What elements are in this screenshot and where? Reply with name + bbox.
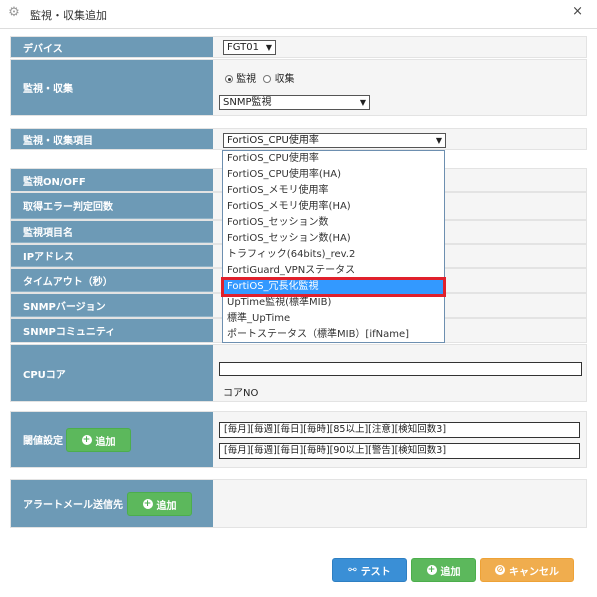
test-button[interactable]: ⚯ テスト [332,558,407,582]
cpu-core-input[interactable] [219,362,582,376]
close-icon[interactable]: × [572,4,583,19]
caret-down-icon: ▼ [265,43,272,52]
item-select[interactable]: FortiOS_CPU使用率 ▼ [223,133,446,148]
plus-circle-icon: + [142,499,153,509]
cancel-button[interactable]: ⊘ キャンセル [480,558,574,582]
item-label: 監視・収集項目 [11,129,213,149]
alert-mail-add-button[interactable]: + 追加 [127,492,192,516]
monitor-type-value: SNMP監視 [223,97,272,108]
caret-down-icon: ▼ [359,98,366,107]
item-name-label: 監視項目名 [11,221,213,243]
item-row: 監視・収集項目 FortiOS_CPU使用率 ▼ [10,128,587,150]
threshold-add-label: 追加 [95,436,116,448]
dropdown-option[interactable]: ポートステータス（標準MIB）[ifName] [223,327,444,343]
radio-group: 監視 収集 [225,70,295,85]
add-button-label: 追加 [440,566,461,578]
plus-circle-icon: + [81,435,92,445]
dropdown-option[interactable]: 標準_UpTime [223,311,444,327]
error-count-label: 取得エラー判定回数 [11,193,213,219]
device-select[interactable]: FGT01 ▼ [223,40,276,55]
snmp-community-label: SNMPコミュニティ [11,319,213,342]
add-button[interactable]: + 追加 [411,558,476,582]
plus-circle-icon: + [426,565,437,575]
cancel-circle-icon: ⊘ [495,565,505,575]
dialog-titlebar: ⚙ 監視・収集追加 × [0,0,597,29]
test-button-label: テスト [360,566,391,578]
gear-icon: ⚙ [8,5,20,20]
ip-label: IPアドレス [11,245,213,267]
threshold-add-button[interactable]: + 追加 [66,428,131,452]
threshold-rule[interactable]: [毎月][毎週][毎日][毎時][85以上][注意][検知回数3] [219,422,580,438]
cpu-core-note: コアNO [223,388,259,399]
link-icon: ⚯ [348,564,357,576]
cancel-button-label: キャンセル [509,566,559,578]
snmp-version-label: SNMPバージョン [11,294,213,317]
dropdown-option[interactable]: FortiOS_メモリ使用率(HA) [223,199,444,215]
item-select-value: FortiOS_CPU使用率 [227,135,319,146]
monitor-collect-row: 監視・収集 監視 収集 SNMP監視 ▼ [10,59,587,116]
threshold-row: 閾値設定 + 追加 [毎月][毎週][毎日][毎時][85以上][注意][検知回… [10,411,587,468]
alert-mail-add-label: 追加 [156,500,177,512]
device-select-value: FGT01 [227,42,259,53]
monitor-collect-label: 監視・収集 [11,60,213,115]
dropdown-option[interactable]: FortiOS_CPU使用率 [223,151,444,167]
caret-down-icon: ▼ [435,136,442,145]
onoff-label: 監視ON/OFF [11,169,213,191]
dropdown-option[interactable]: FortiOS_セッション数 [223,215,444,231]
monitor-type-select[interactable]: SNMP監視 ▼ [219,95,370,110]
threshold-rule[interactable]: [毎月][毎週][毎日][毎時][90以上][警告][検知回数3] [219,443,580,459]
dropdown-option[interactable]: FortiOS_メモリ使用率 [223,183,444,199]
cpu-core-label: CPUコア [11,345,213,401]
timeout-label: タイムアウト（秒） [11,269,213,292]
dropdown-option[interactable]: UpTime監視(標準MIB) [223,295,444,311]
dropdown-option[interactable]: トラフィック(64bits)_rev.2 [223,247,444,263]
cpu-core-row: CPUコア コアNO [10,344,587,402]
radio-monitor-label: 監視 [236,74,257,85]
item-dropdown-list[interactable]: FortiOS_CPU使用率 FortiOS_CPU使用率(HA) FortiO… [222,150,445,343]
radio-collect[interactable] [263,75,272,83]
highlight-annotation-frame [221,277,446,297]
dropdown-option[interactable]: FortiOS_CPU使用率(HA) [223,167,444,183]
device-row: デバイス FGT01 ▼ [10,36,587,58]
threshold-label: 閾値設定 [23,436,63,447]
alert-mail-row: アラートメール送信先 + 追加 [10,479,587,528]
dropdown-option[interactable]: FortiOS_セッション数(HA) [223,231,444,247]
device-label: デバイス [11,37,213,57]
dialog-title: 監視・収集追加 [30,9,107,22]
radio-collect-label: 収集 [274,74,295,85]
alert-mail-label: アラートメール送信先 [23,500,123,511]
radio-monitor[interactable] [225,75,233,83]
